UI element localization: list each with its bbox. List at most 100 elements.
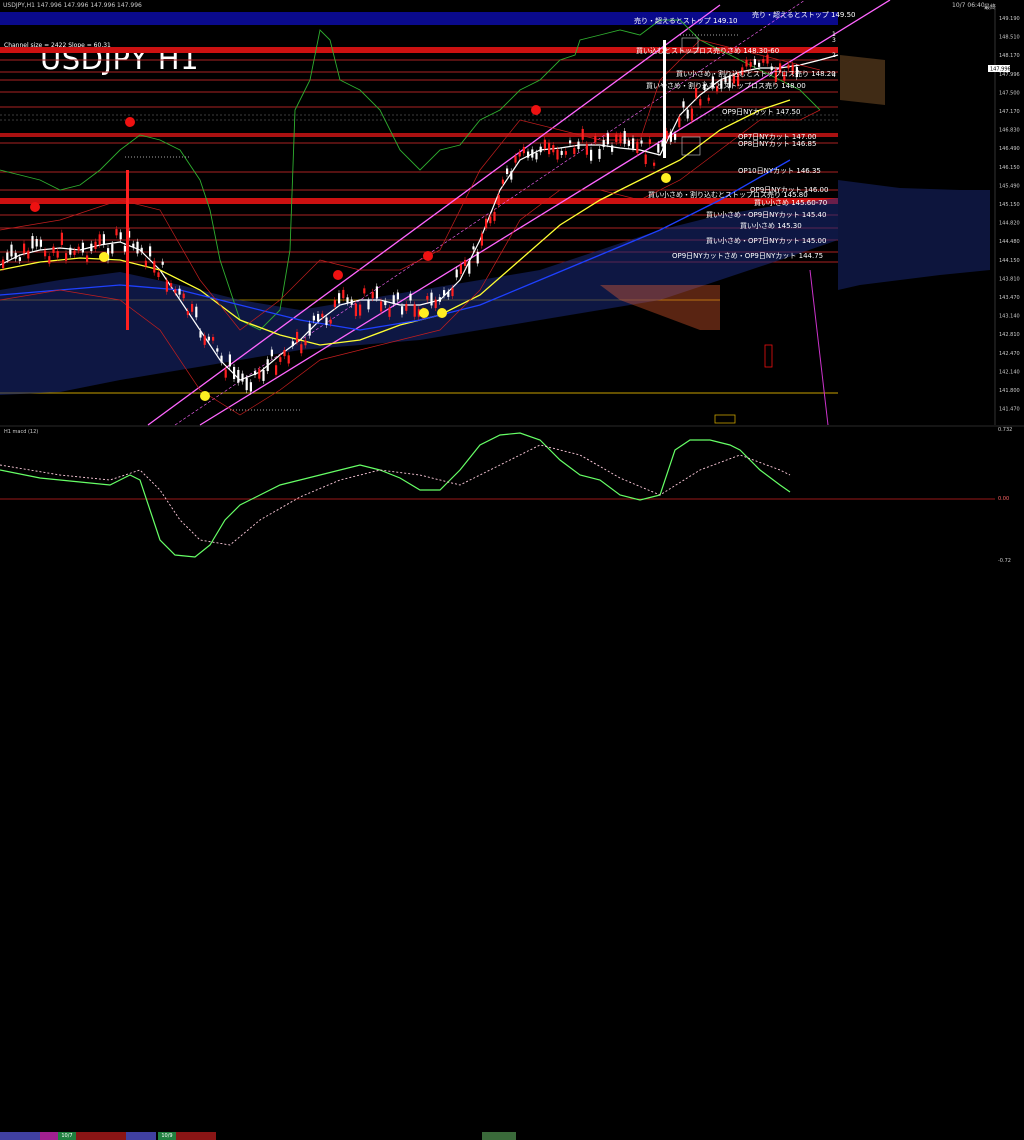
candle-body xyxy=(144,260,147,267)
candle-body xyxy=(119,232,122,240)
candle-body xyxy=(241,373,244,382)
candle-body xyxy=(501,179,504,184)
candle-body xyxy=(123,245,126,252)
main-chart-svg[interactable]: 売り・超えるとストップ 149.50 売り・超えるとストップ 149.10 買い小さ… xyxy=(0,0,1024,576)
candle-body xyxy=(300,344,303,354)
candle-body xyxy=(506,168,509,175)
price-axis[interactable]: 149.190 148.510 148.170 147.996 147.500 147.1… xyxy=(999,16,1020,413)
date-label-2: 10/9 xyxy=(158,1132,176,1140)
candle-body xyxy=(476,251,479,264)
candle-body xyxy=(31,236,34,249)
macd-panel[interactable]: H1 macd (12) 0.732 0.00 -0.72 xyxy=(0,427,1012,564)
candle-body xyxy=(413,304,416,317)
channel-marks: 1234 xyxy=(832,31,836,79)
candle-body xyxy=(77,246,80,251)
spike-candle xyxy=(126,170,129,330)
candle-body xyxy=(380,301,383,312)
level-annotation: 買い込むとストップロス売りさめ 148.30-60 xyxy=(636,46,779,55)
candle-body xyxy=(552,145,555,153)
period-segment xyxy=(76,1132,126,1140)
price-axis-label: 144.150 xyxy=(999,258,1020,264)
channel-mark: 4 xyxy=(832,72,836,79)
candle-body xyxy=(308,323,311,336)
candle-body xyxy=(657,143,660,153)
candle-body xyxy=(60,232,63,245)
candle-body xyxy=(447,291,450,297)
chart-terminal[interactable]: USDJPY,H1 147.996 147.996 147.996 147.99… xyxy=(0,0,1024,1140)
price-axis-label: 148.170 xyxy=(999,53,1020,59)
level-annotation: 買い小さめ 145.30 xyxy=(740,221,802,230)
macd-label: H1 macd (12) xyxy=(4,429,38,435)
candle-body xyxy=(69,247,72,255)
candle-body xyxy=(766,54,769,64)
candle-body xyxy=(560,150,563,155)
candle-body xyxy=(636,141,639,154)
candle-body xyxy=(304,340,307,346)
candle-body xyxy=(111,244,114,254)
candle-body xyxy=(44,250,47,257)
candle-body xyxy=(245,378,248,391)
price-axis-label: 149.190 xyxy=(999,16,1020,22)
candle-body xyxy=(354,303,357,317)
price-axis-label: 146.490 xyxy=(999,146,1020,152)
candle-body xyxy=(690,108,693,121)
level-annotation: 売り・超えるとストップ 149.10 xyxy=(634,16,738,25)
buy-signal-icon xyxy=(99,252,109,262)
buy-signal-icon xyxy=(419,308,429,318)
candle-body xyxy=(522,146,525,154)
level-annotation: 買い小さめ・OP9日NYカット 145.40 xyxy=(706,210,826,219)
candle-body xyxy=(409,293,412,301)
candle-body xyxy=(443,290,446,296)
candle-body xyxy=(266,359,269,372)
candle-body xyxy=(707,97,710,101)
candle-body xyxy=(153,260,156,273)
candle-body xyxy=(489,216,492,224)
candle-body xyxy=(48,256,51,264)
candle-body xyxy=(283,349,286,357)
candle-body xyxy=(321,313,324,318)
candle-body xyxy=(157,272,160,278)
period-bar[interactable]: 10/7 10/9 xyxy=(0,566,1024,1140)
candle-body xyxy=(220,355,223,363)
red-box-marker xyxy=(764,344,773,368)
candle-body xyxy=(619,134,622,143)
candle-body xyxy=(430,292,433,306)
candle-body xyxy=(602,140,605,147)
price-axis-label: 143.470 xyxy=(999,295,1020,301)
candle-body xyxy=(396,292,399,300)
sell-signal-icon xyxy=(30,202,40,212)
candle-body xyxy=(686,109,689,119)
price-axis-label: 146.830 xyxy=(999,128,1020,134)
candle-body xyxy=(346,297,349,303)
candle-body xyxy=(644,154,647,165)
candle-body xyxy=(615,134,618,143)
candle-body xyxy=(375,286,378,299)
level-annotation: OP9日NYカットさめ・OP9日NYカット 144.75 xyxy=(672,252,823,260)
candle-body xyxy=(598,148,601,159)
candle-body xyxy=(191,304,194,312)
candle-body xyxy=(207,336,210,341)
buy-signal-icon xyxy=(661,173,671,183)
candle-body xyxy=(384,300,387,306)
level-annotation: 買い小さめ・割り込むとストップロス売り 148.20 xyxy=(676,69,836,78)
candle-body xyxy=(329,319,332,324)
candle-body xyxy=(359,304,362,316)
candle-body xyxy=(678,117,681,128)
candle-body xyxy=(338,293,341,304)
candle-body xyxy=(648,139,651,145)
candle-body xyxy=(2,259,5,269)
candle-body xyxy=(203,335,206,345)
candle-body xyxy=(98,234,101,245)
price-axis-label: 147.500 xyxy=(999,90,1020,96)
candle-body xyxy=(510,171,513,180)
ichimoku-cloud-red xyxy=(600,285,720,330)
candle-body xyxy=(485,218,488,228)
candle-body xyxy=(787,64,790,69)
price-axis-label: 142.140 xyxy=(999,369,1020,375)
price-axis-label: 145.490 xyxy=(999,183,1020,189)
candle-body xyxy=(514,156,517,163)
candle-body xyxy=(228,354,231,367)
candle-body xyxy=(653,162,656,166)
sell-signal-icon xyxy=(333,270,343,280)
candle-body xyxy=(556,149,559,160)
